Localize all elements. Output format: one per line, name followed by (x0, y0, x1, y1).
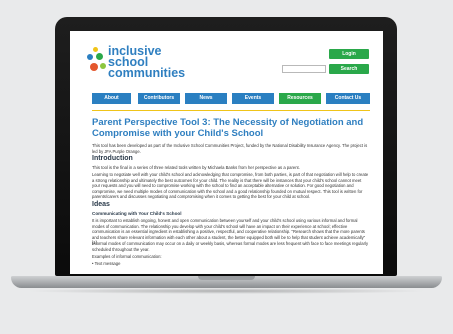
examples-label: Examples of informal communication: (92, 254, 162, 259)
header-divider (92, 110, 370, 111)
nav-contact-us[interactable]: Contact Us (326, 93, 370, 104)
search-button[interactable]: Search (329, 64, 369, 74)
nav-contributors[interactable]: Contributors (138, 93, 180, 104)
search-input[interactable] (282, 65, 326, 73)
logo-text-communities[interactable]: communities (108, 67, 185, 80)
nav-events[interactable]: Events (232, 93, 274, 104)
intro-note: This tool has been developed as part of … (92, 143, 368, 154)
intro-paragraph-1: This tool is the final in a series of th… (92, 165, 300, 170)
laptop-shadow (25, 288, 428, 294)
nav-about[interactable]: About (92, 93, 131, 104)
nav-news[interactable]: News (185, 93, 227, 104)
page-title: Parent Perspective Tool 3: The Necessity… (92, 117, 364, 139)
laptop-screen: inclusive school communities Login Searc… (70, 31, 383, 274)
login-button[interactable]: Login (329, 49, 369, 59)
communicating-paragraph-2: Informal modes of communication may occu… (92, 241, 369, 252)
nav-resources[interactable]: Resources (279, 93, 321, 104)
ideas-heading: Ideas (92, 201, 110, 208)
intro-paragraph-2: Learning to negotiate well with your chi… (92, 172, 369, 200)
site-header: inclusive school communities Login Searc… (70, 31, 383, 89)
introduction-heading: Introduction (92, 155, 133, 162)
logo-mark-icon[interactable] (87, 47, 107, 75)
list-item: • Text message (92, 261, 121, 266)
communicating-heading: Communicating with Your Child's School (92, 211, 182, 216)
laptop-hinge-notch (198, 276, 255, 280)
list-item-text: Text message (94, 261, 121, 266)
